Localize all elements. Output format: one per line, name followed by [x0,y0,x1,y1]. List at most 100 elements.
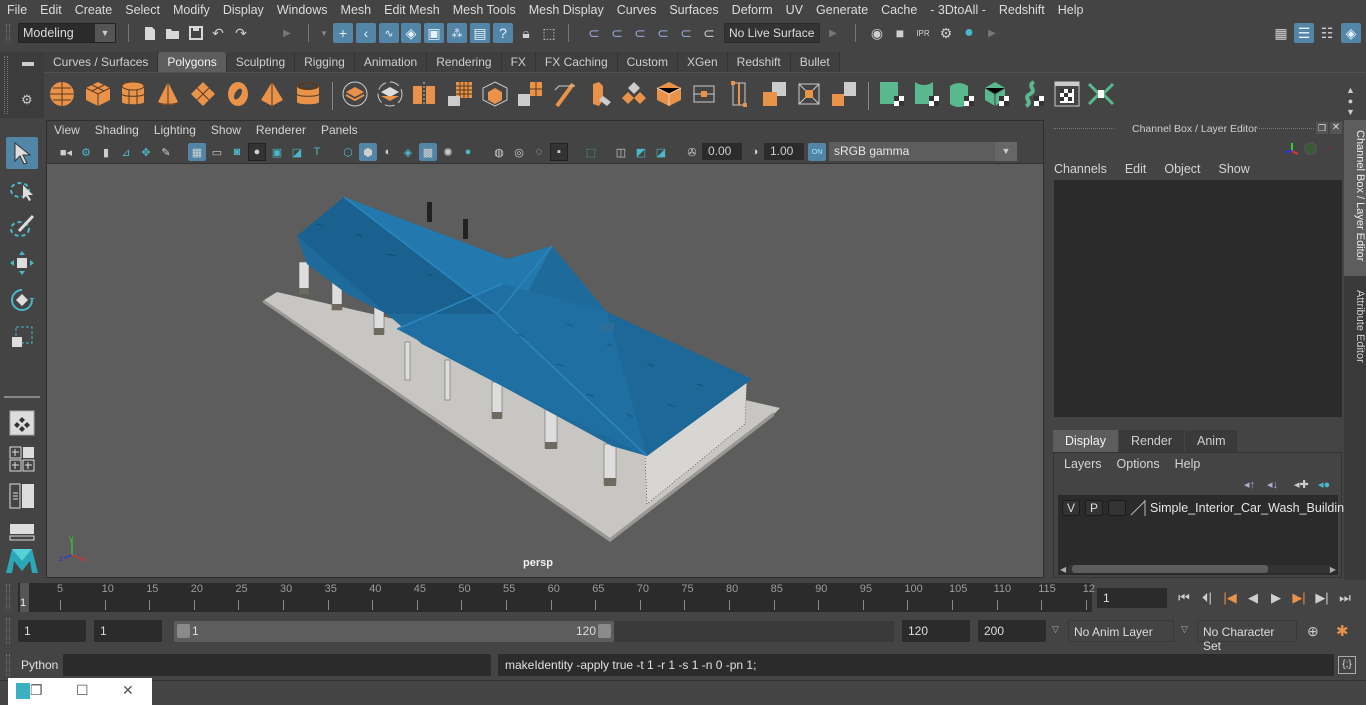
poly-plane-icon[interactable] [189,80,217,108]
close-icon[interactable]: ✕ [122,682,134,699]
playback-end-field[interactable]: 120 [902,620,970,642]
scroll-right-icon[interactable]: ▶ [1330,565,1336,574]
step-forward-frame-icon[interactable]: ▶| [1313,589,1331,607]
undo-icon[interactable]: ↶ [208,23,228,43]
current-frame-marker[interactable]: 1 [20,583,29,612]
play-forwards-icon[interactable]: ▶ [1267,589,1285,607]
append-polygon-icon[interactable] [760,80,788,108]
gamma-field[interactable]: 1.00 [764,143,804,160]
channel-box-titlebar[interactable]: Channel Box / Layer Editor ❐ ✕ [1046,120,1342,138]
scrollbar-thumb[interactable] [1072,565,1268,573]
merge-icon[interactable] [795,80,823,108]
cb-menu-channels[interactable]: Channels [1054,162,1107,176]
spherical-uv-icon[interactable] [948,80,976,108]
range-track[interactable] [614,621,894,642]
shelf-tab-curves-surfaces[interactable]: Curves / Surfaces [44,52,159,72]
poly-torus-icon[interactable] [224,80,252,108]
anim-layer-select[interactable]: No Anim Layer [1068,620,1174,642]
shelf-tab-fx-caching[interactable]: FX Caching [535,52,618,72]
move-layer-up-icon[interactable]: ◂↑ [1244,478,1255,491]
command-language-toggle[interactable]: Python [21,658,58,672]
hypershade-icon[interactable]: ● [959,23,979,43]
insert-edge-loop-icon[interactable] [725,80,753,108]
uv-editor-icon[interactable] [1053,80,1081,108]
anti-aliasing-icon[interactable]: ◌ [530,143,548,161]
shelf-tab-redshift[interactable]: Redshift [727,52,791,72]
highlight-select-icon[interactable]: ⬚ [539,23,559,43]
cb-menu-edit[interactable]: Edit [1125,162,1147,176]
range-slider[interactable]: 1 120 [174,621,614,642]
snap-to-points-icon[interactable]: ⊂ [630,23,650,43]
layout-uv-icon[interactable] [1087,80,1115,108]
hyper-toggle-icon[interactable]: ↗ [1324,142,1334,156]
attribute-editor-toggle-icon[interactable]: ☰ [1294,23,1314,43]
shadows-icon[interactable]: ● [459,143,477,161]
menu-cache[interactable]: Cache [874,3,923,17]
menu-mesh-display[interactable]: Mesh Display [522,3,610,17]
view-transform-select[interactable]: sRGB gamma ▼ [829,142,1017,161]
bevel-icon[interactable] [655,80,683,108]
motion-blur-icon[interactable]: ◎ [510,143,528,161]
le-menu-help[interactable]: Help [1175,457,1201,471]
menu-modify[interactable]: Modify [166,3,216,17]
le-menu-layers[interactable]: Layers [1064,457,1102,471]
current-frame-field[interactable]: 1 [1097,588,1167,608]
go-to-end-icon[interactable]: ⏭ [1336,589,1354,607]
vp-menu-renderer[interactable]: Renderer [249,121,314,141]
save-scene-icon[interactable] [186,23,206,43]
vp-menu-show[interactable]: Show [204,121,249,141]
select-mode-dropdown-icon[interactable]: ▼ [314,23,334,43]
shelf-tab-custom[interactable]: Custom [617,52,678,72]
character-set-dropdown-icon[interactable]: ▽ [1181,624,1188,635]
maximize-icon[interactable]: ☐ [76,682,89,699]
restore-icon[interactable]: ❐ [30,682,43,699]
tool-settings-toggle-icon[interactable]: ☷ [1317,23,1337,43]
shelf-tab-xgen[interactable]: XGen [677,52,728,72]
2d-pan-zoom-icon[interactable]: ✥ [137,143,155,161]
rotate-tool-icon[interactable] [6,284,38,316]
exposure-icon[interactable]: ✇ [683,143,701,161]
vp-menu-panels[interactable]: Panels [314,121,366,141]
render-view-icon[interactable]: ◉ [867,23,887,43]
field-chart-icon[interactable]: ▣ [268,143,286,161]
gamma-icon[interactable]: ◑ [746,143,764,161]
step-forward-key-icon[interactable]: ▶| [1290,589,1308,607]
shelf-menu-icon[interactable] [22,62,34,66]
menu-edit[interactable]: Edit [33,3,68,17]
single-perspective-layout-icon[interactable] [6,407,38,439]
vp-menu-shading[interactable]: Shading [88,121,147,141]
paint-select-tool-icon[interactable] [6,210,38,242]
play-backwards-icon[interactable]: ◀ [1244,589,1262,607]
layer-row[interactable]: V P Simple_Interior_Car_Wash_Building_( [1058,500,1362,518]
isolate-select-icon[interactable]: ⬚ [582,143,600,161]
bridge-icon[interactable] [551,80,579,108]
menu-select[interactable]: Select [118,3,166,17]
layer-tab-anim[interactable]: Anim [1185,430,1238,452]
exposure-field[interactable]: 0.00 [702,143,742,160]
shelf-scroll[interactable]: ▲ ● ▼ [1346,85,1355,118]
ambient-occlusion-icon[interactable]: ◍ [490,143,508,161]
anim-layer-dropdown-icon[interactable]: ▽ [1052,624,1059,635]
help-snap-icon[interactable]: ? [493,23,513,43]
safe-action-icon[interactable]: ◪ [288,143,306,161]
bookmark-icon[interactable]: ▮ [97,143,115,161]
ipr-render-icon[interactable]: IPR [913,23,933,43]
extract-icon[interactable] [410,80,438,108]
collapse-arrow-icon[interactable]: ▶ [277,23,297,43]
color-management-toggle[interactable]: ON [808,143,826,161]
animation-preferences-icon[interactable]: ✱ [1336,622,1349,640]
separate-icon[interactable] [376,80,404,108]
wireframe-icon[interactable]: ⬡ [339,143,357,161]
command-input[interactable] [63,654,491,676]
extrude-icon[interactable] [620,80,648,108]
grid-toggle-icon[interactable]: ▦ [188,143,206,161]
outliner-persp-layout-icon[interactable] [6,480,38,512]
open-scene-icon[interactable] [163,23,183,43]
range-start-handle[interactable] [177,624,190,638]
manipulator-axis-icon[interactable] [1284,141,1300,160]
target-weld-icon[interactable] [830,80,858,108]
float-panel-icon[interactable]: ❐ [1316,122,1328,134]
average-vertices-icon[interactable] [516,80,544,108]
menu-display[interactable]: Display [216,3,270,17]
layer-playback-toggle[interactable]: P [1085,500,1103,516]
